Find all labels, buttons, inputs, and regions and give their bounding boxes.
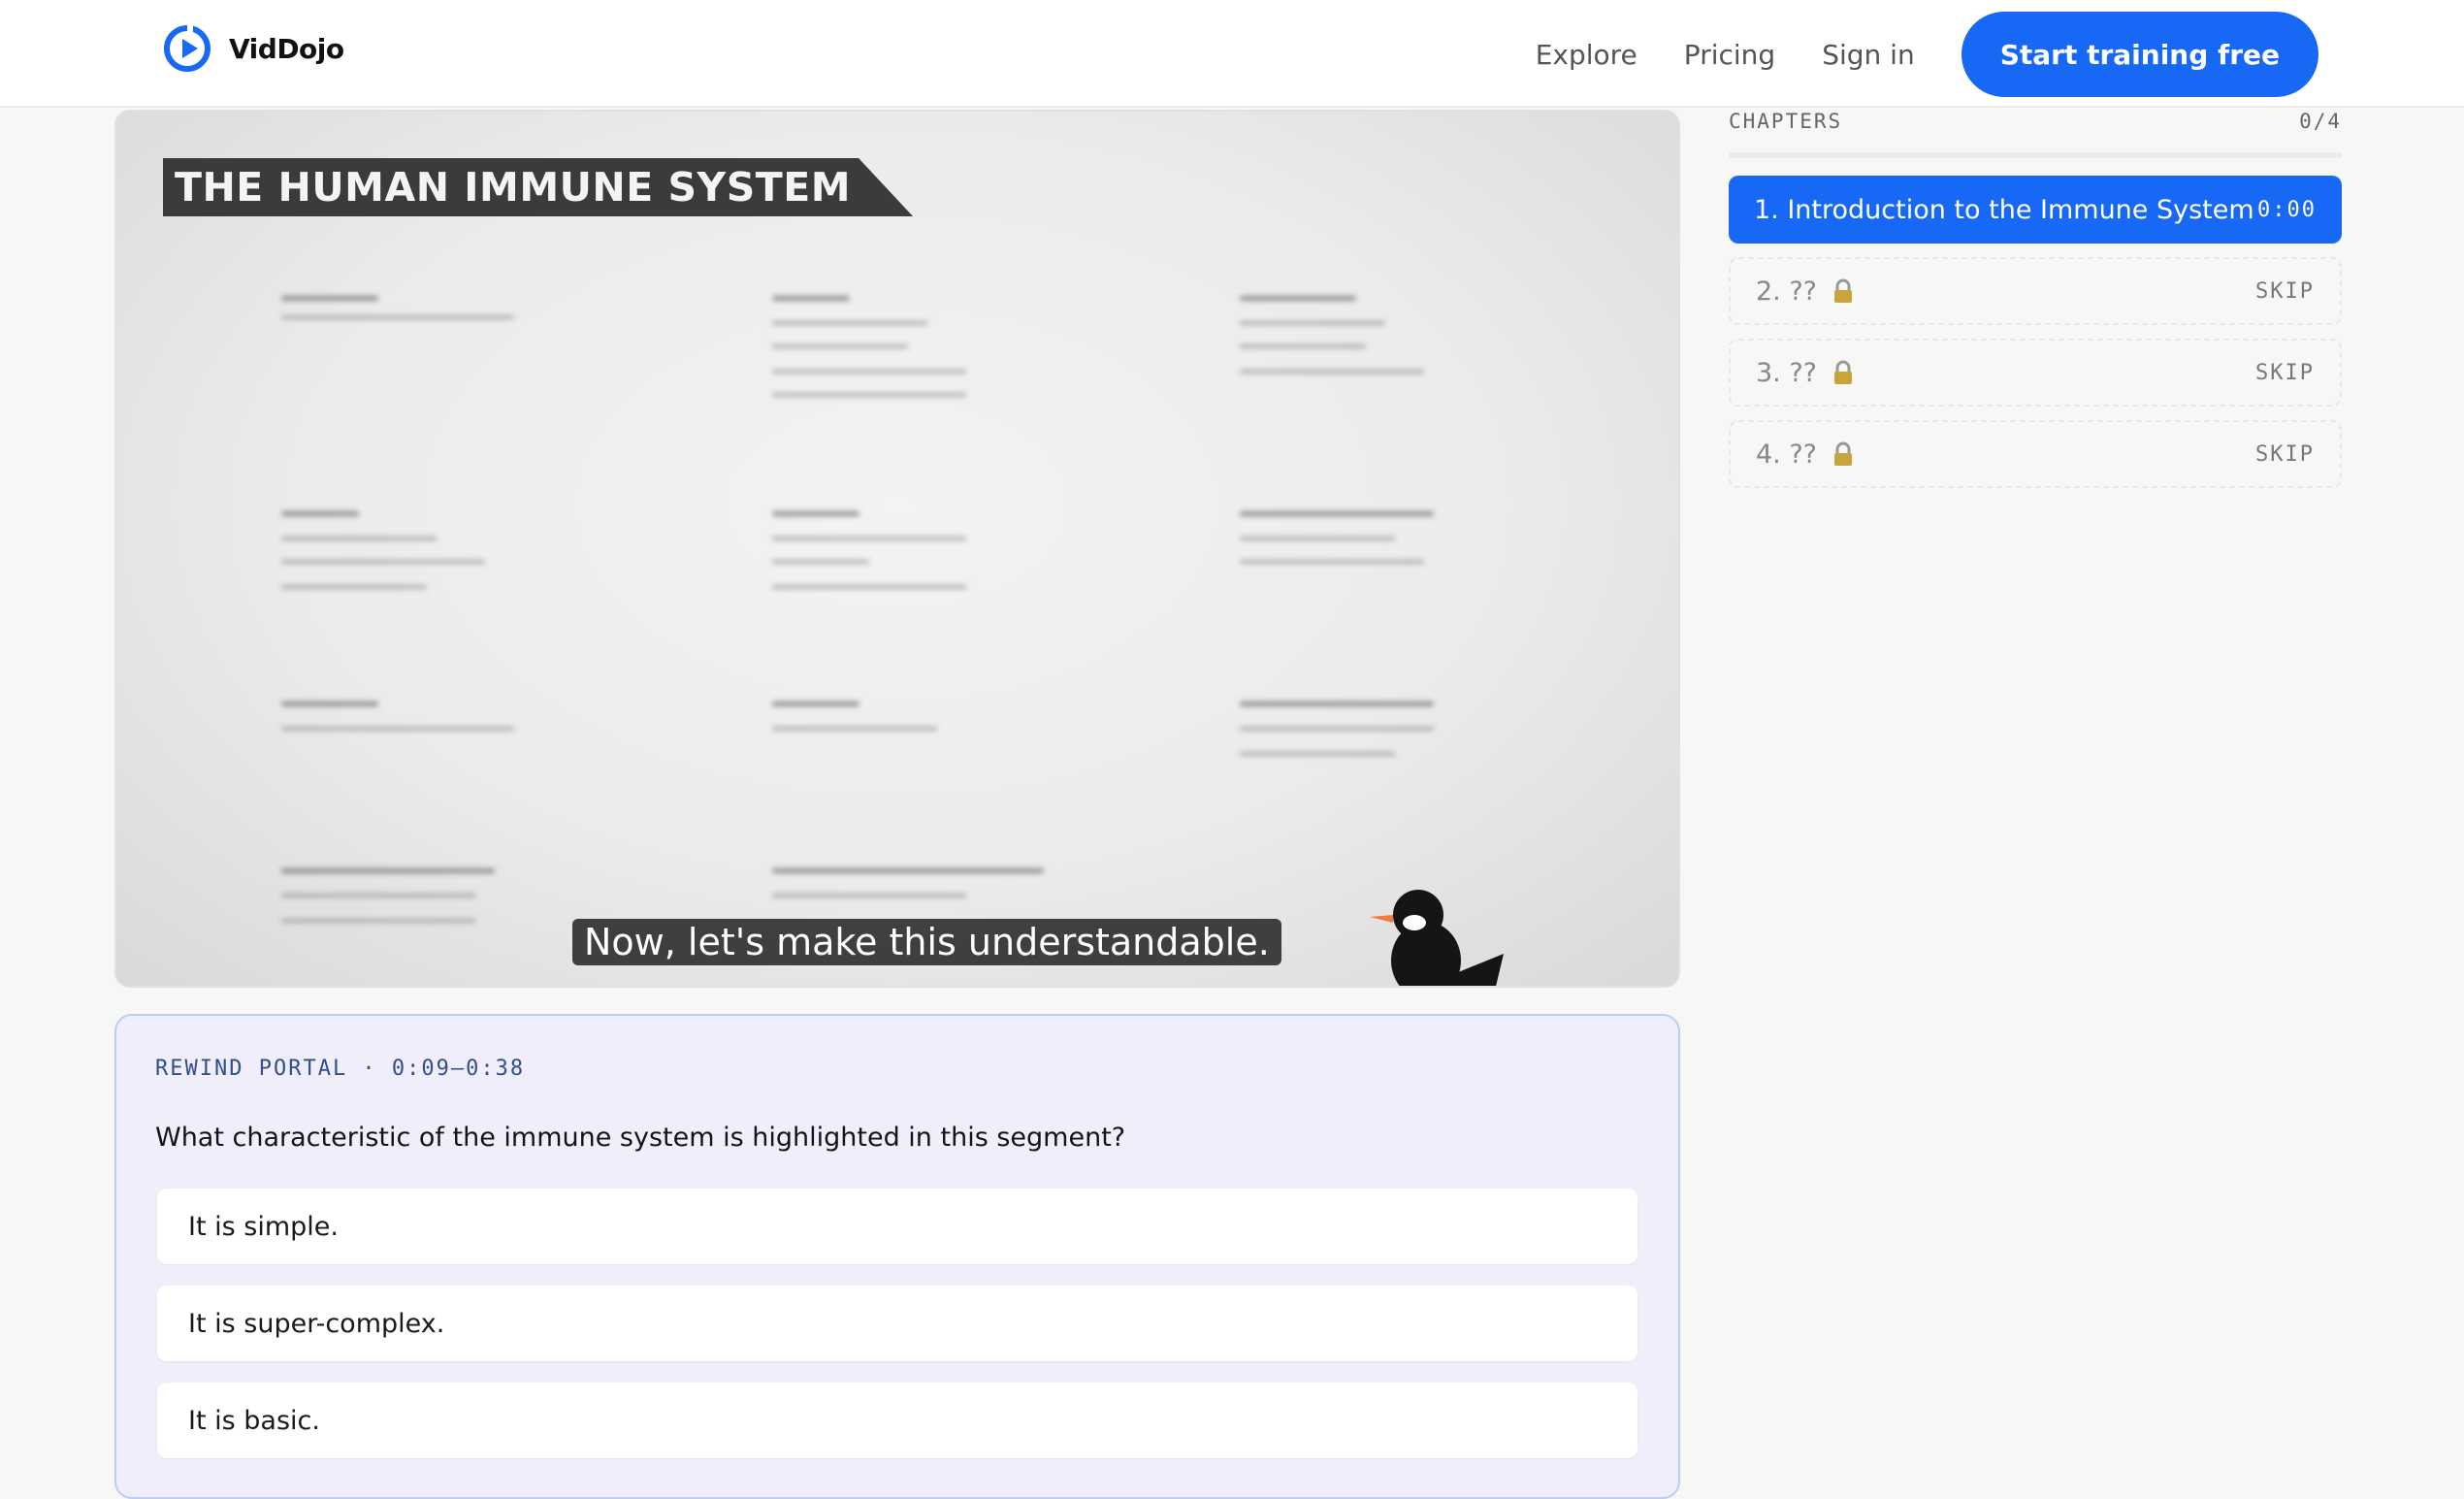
video-title-banner: THE HUMAN IMMUNE SYSTEM [163, 158, 913, 216]
rewind-portal-quiz: REWIND PORTAL · 0:09–0:38 What character… [114, 1014, 1680, 1499]
top-navigation-bar: VidDojo Explore Pricing Sign in Start tr… [0, 0, 2464, 108]
chapter-skip-button[interactable]: SKIP [2255, 442, 2315, 467]
quiz-option[interactable]: It is basic. [157, 1383, 1637, 1458]
penguin-mascot-icon [1370, 890, 1504, 986]
chapter-item-1[interactable]: 1. Introduction to the Immune System 0:0… [1729, 176, 2342, 244]
nav-pricing-link[interactable]: Pricing [1684, 39, 1775, 71]
video-subtitle: Now, let's make this understandable. [572, 919, 1281, 965]
chapter-item-3[interactable]: 3. ?? SKIP [1729, 339, 2342, 407]
quiz-option[interactable]: It is super-complex. [157, 1286, 1637, 1361]
chapters-progress-count: 0/4 [2299, 110, 2342, 133]
start-training-button[interactable]: Start training free [1961, 12, 2318, 97]
lock-icon [1834, 278, 1853, 303]
chapters-heading: CHAPTERS [1729, 110, 1843, 133]
chapter-item-2[interactable]: 2. ?? SKIP [1729, 257, 2342, 325]
chapters-panel: CHAPTERS 0/4 1. Introduction to the Immu… [1729, 110, 2342, 488]
chapter-title: 4. ?? [1756, 439, 1818, 470]
chapter-title: 3. ?? [1756, 357, 1818, 388]
chapter-title: 1. Introduction to the Immune System [1754, 194, 2254, 225]
chapter-skip-button[interactable]: SKIP [2255, 361, 2315, 385]
portal-label: REWIND PORTAL · 0:09–0:38 [155, 1057, 526, 1081]
play-circle-icon [164, 24, 211, 72]
nav-sign-in-link[interactable]: Sign in [1822, 39, 1915, 71]
video-player[interactable]: THE HUMAN IMMUNE SYSTEM Now, let's make … [114, 110, 1680, 988]
chapter-timestamp: 0:00 [2257, 197, 2317, 222]
chapter-title: 2. ?? [1756, 276, 1818, 307]
quiz-option[interactable]: It is simple. [157, 1189, 1637, 1264]
nav-explore-link[interactable]: Explore [1536, 39, 1637, 71]
main-nav: Explore Pricing Sign in Start training f… [1536, 12, 2318, 97]
lock-icon [1834, 360, 1853, 384]
chapters-progress-bar [1729, 152, 2342, 158]
chapter-item-4[interactable]: 4. ?? SKIP [1729, 420, 2342, 488]
lock-icon [1834, 441, 1853, 466]
quiz-question: What characteristic of the immune system… [155, 1123, 1126, 1153]
chapter-skip-button[interactable]: SKIP [2255, 279, 2315, 304]
video-frame-blurred-content [116, 112, 1678, 986]
brand-name: VidDojo [229, 32, 344, 65]
chapters-header: CHAPTERS 0/4 [1729, 110, 2342, 139]
brand-logo[interactable]: VidDojo [163, 24, 344, 73]
